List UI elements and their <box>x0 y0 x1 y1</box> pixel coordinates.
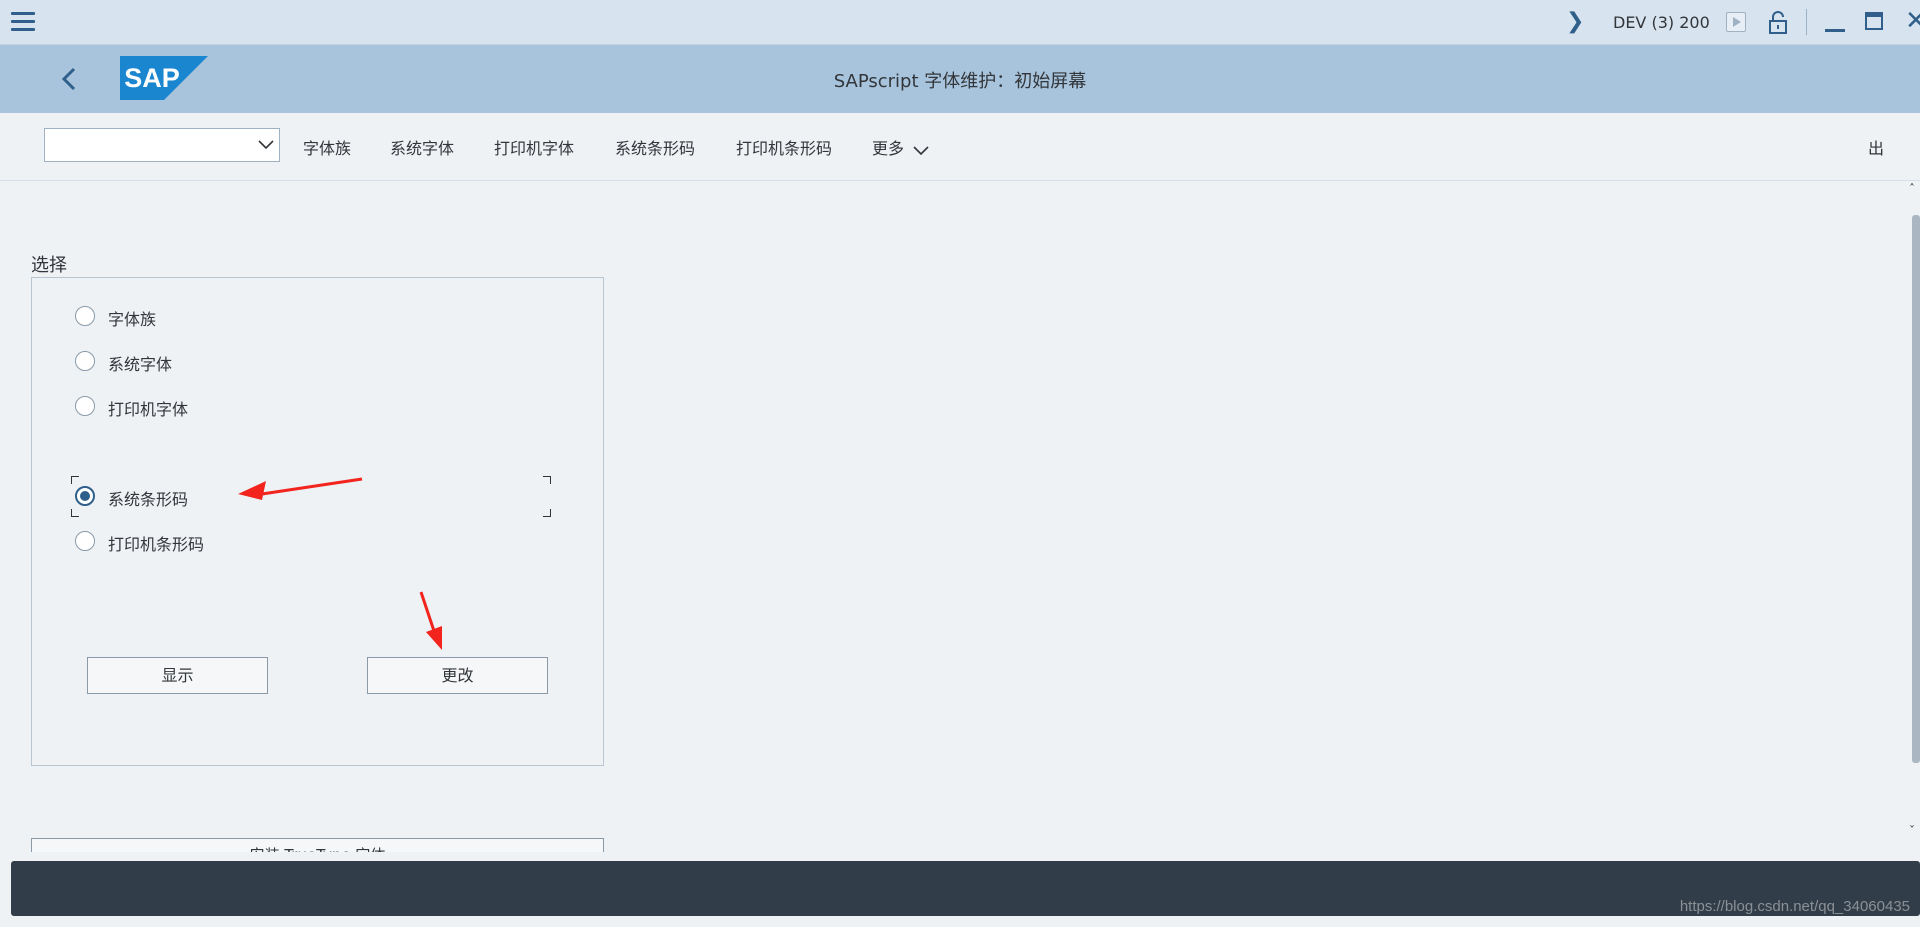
install-truetype-font-button[interactable]: 安装 TrueType 字体 <box>31 838 604 852</box>
command-field[interactable] <box>44 128 280 162</box>
install-truetype-font-label: 安装 TrueType 字体 <box>32 844 603 852</box>
radio-label: 打印机条形码 <box>108 535 205 554</box>
focus-indicator <box>71 509 79 517</box>
shell-header: SAP SAPscript 字体维护：初始屏幕 <box>0 45 1920 113</box>
application-toolbar: 字体族 系统字体 打印机字体 系统条形码 打印机条形码 更多 出 <box>0 113 1920 181</box>
maximize-icon[interactable] <box>1865 12 1883 30</box>
radio-button[interactable] <box>75 306 95 326</box>
unlock-icon[interactable] <box>1768 10 1788 34</box>
scrollbar-thumb[interactable] <box>1912 215 1920 763</box>
system-info: DEV (3) 200 <box>1613 13 1710 32</box>
radio-label: 系统字体 <box>108 355 173 374</box>
window-titlebar: ❯ DEV (3) 200 ✕ <box>0 0 1920 45</box>
radio-button-selected[interactable] <box>75 486 95 506</box>
exit-button[interactable]: 出 <box>1868 135 1884 159</box>
close-icon[interactable]: ✕ <box>1905 8 1920 34</box>
play-icon[interactable] <box>1726 12 1746 32</box>
status-bar <box>11 861 1920 916</box>
toolbar-printer-font-button[interactable]: 打印机字体 <box>494 135 574 159</box>
bottom-strip <box>0 916 1920 927</box>
radio-label: 字体族 <box>108 310 157 329</box>
toolbar-system-font-button[interactable]: 系统字体 <box>390 135 454 159</box>
toolbar-system-barcode-button[interactable]: 系统条形码 <box>615 135 695 159</box>
radio-label: 打印机字体 <box>108 400 189 419</box>
hamburger-menu-icon[interactable] <box>11 12 35 32</box>
page-title: SAPscript 字体维护：初始屏幕 <box>833 71 1087 92</box>
radio-button[interactable] <box>75 396 95 416</box>
radio-button[interactable] <box>75 531 95 551</box>
scroll-up-icon[interactable]: ˆ <box>1909 183 1915 195</box>
selection-group-title: 选择 <box>31 255 67 276</box>
scroll-down-icon[interactable]: ˇ <box>1909 825 1915 837</box>
focus-indicator <box>71 476 79 484</box>
focus-indicator <box>543 509 551 517</box>
radio-label: 系统条形码 <box>108 490 189 509</box>
chevron-down-icon <box>913 145 929 155</box>
toolbar-printer-barcode-button[interactable]: 打印机条形码 <box>736 135 832 159</box>
watermark-text: https://blog.csdn.net/qq_34060435 <box>1679 898 1910 915</box>
chevron-down-icon[interactable] <box>257 137 275 151</box>
minimize-icon[interactable] <box>1825 29 1845 32</box>
radio-button[interactable] <box>75 351 95 371</box>
toolbar-more-button[interactable]: 更多 <box>872 135 929 159</box>
display-button[interactable]: 显示 <box>87 657 268 694</box>
more-label: 更多 <box>872 139 905 158</box>
toolbar-font-family-button[interactable]: 字体族 <box>303 135 351 159</box>
focus-indicator <box>543 476 551 484</box>
change-button[interactable]: 更改 <box>367 657 548 694</box>
titlebar-separator <box>1806 9 1807 35</box>
chevron-right-icon[interactable]: ❯ <box>1566 11 1584 33</box>
command-input[interactable] <box>51 134 245 158</box>
